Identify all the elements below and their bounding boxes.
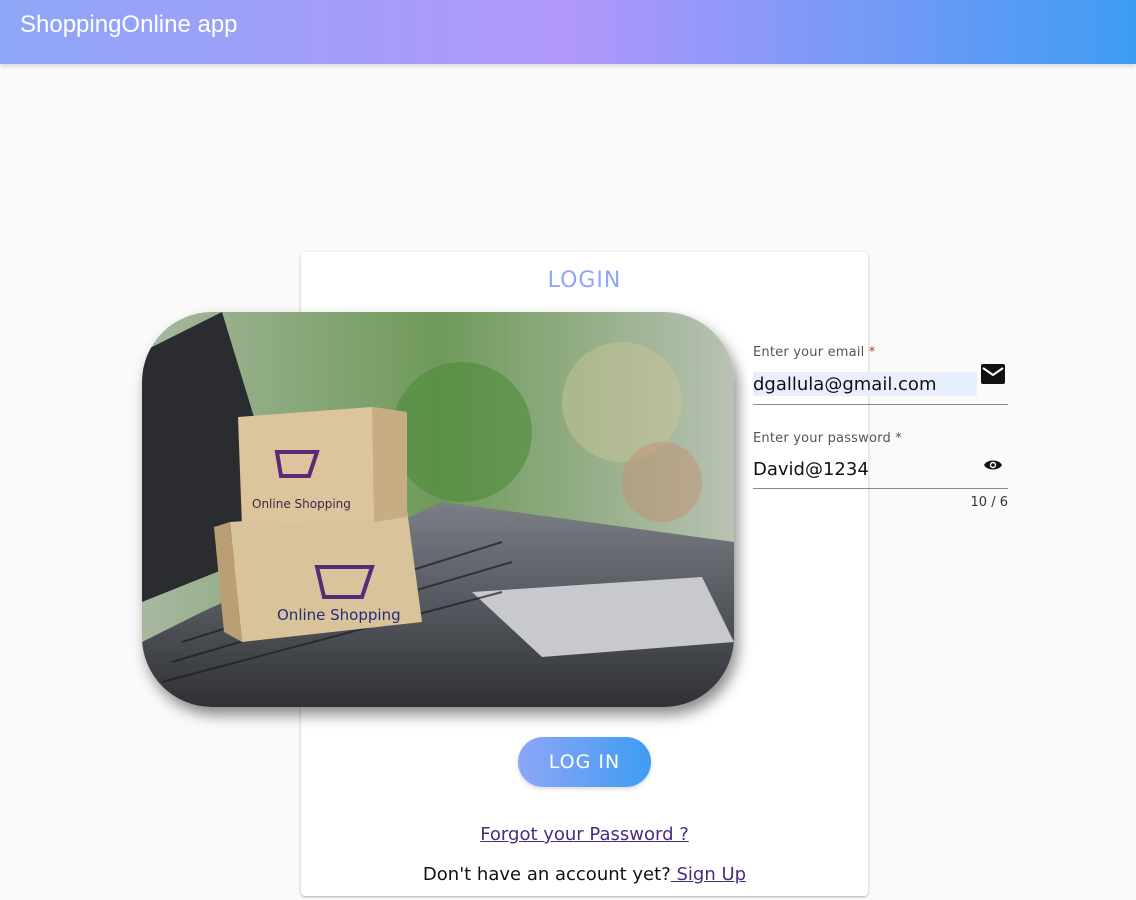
box-label-bottom: Online Shopping <box>277 606 401 624</box>
login-title: LOGIN <box>547 268 622 293</box>
laptop-boxes-illustration: Online Shopping Online Shopping <box>142 312 734 707</box>
email-label: Enter your email * <box>753 345 876 360</box>
email-field[interactable] <box>753 372 977 396</box>
signup-row: Don't have an account yet? Sign Up <box>301 864 868 885</box>
app-title: ShoppingOnline app <box>20 11 238 38</box>
box-label-top: Online Shopping <box>252 497 351 511</box>
email-underline <box>753 404 1008 405</box>
password-field[interactable] <box>753 457 973 481</box>
required-mark: * <box>895 431 902 446</box>
online-shopping-image: Online Shopping Online Shopping <box>142 312 734 707</box>
top-toolbar: ShoppingOnline app <box>0 0 1136 64</box>
eye-icon[interactable] <box>983 457 1003 477</box>
login-button[interactable]: LOG IN <box>518 737 651 787</box>
forgot-password-link[interactable]: Forgot your Password ? <box>301 824 868 845</box>
password-underline <box>753 488 1008 489</box>
sign-up-link[interactable]: Sign Up <box>671 864 746 885</box>
mail-icon <box>980 363 1006 389</box>
password-label: Enter your password * <box>753 431 902 446</box>
no-account-text: Don't have an account yet? <box>422 864 671 885</box>
required-mark: * <box>868 345 876 360</box>
password-char-counter: 10 / 6 <box>970 495 1008 510</box>
